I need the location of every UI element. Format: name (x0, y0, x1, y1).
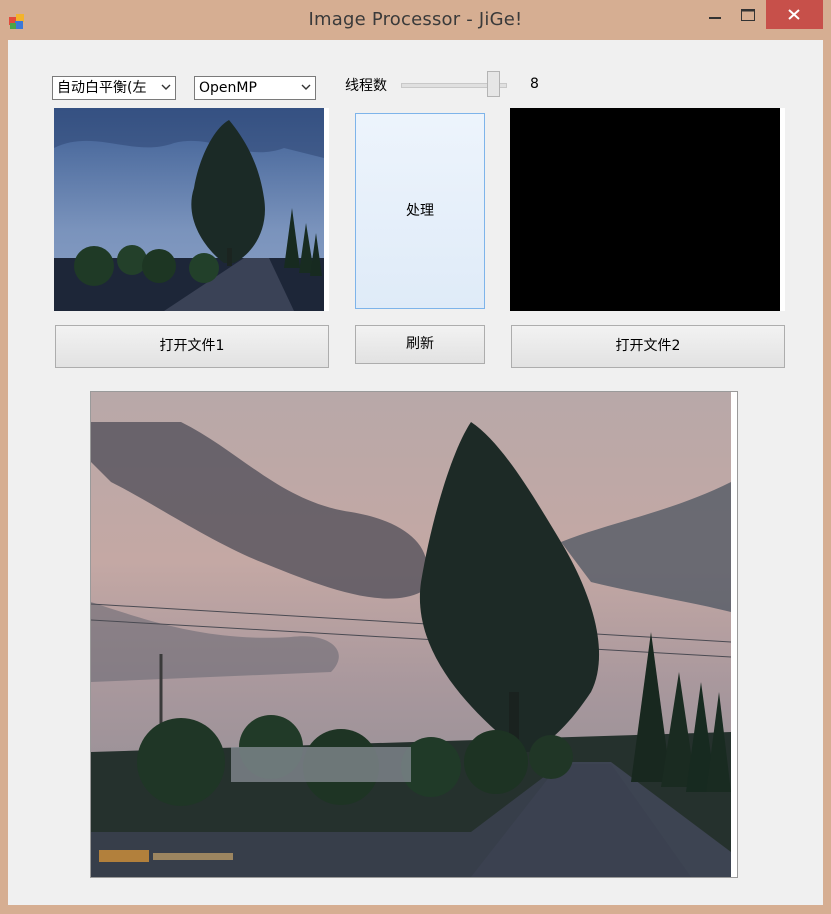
result-image-box (90, 391, 738, 878)
process-button-label: 处理 (406, 203, 434, 219)
backend-select[interactable]: OpenMP (194, 76, 316, 100)
title-bar[interactable]: Image Processor - JiGe! (0, 0, 831, 40)
minimize-button[interactable] (700, 0, 730, 30)
output-image (510, 108, 780, 311)
source-image-box (54, 108, 329, 311)
threads-slider-thumb[interactable] (487, 71, 501, 97)
result-image (91, 392, 737, 877)
algorithm-select-value: 自动白平衡(左 (57, 80, 147, 96)
refresh-button-label: 刷新 (406, 336, 434, 352)
maximize-icon (741, 9, 755, 21)
threads-label: 线程数 (345, 78, 387, 94)
chevron-down-icon (161, 84, 171, 90)
close-icon (788, 9, 800, 20)
minimize-icon (709, 17, 721, 19)
algorithm-select[interactable]: 自动白平衡(左 (52, 76, 176, 100)
open-file-2-label: 打开文件2 (615, 338, 681, 354)
chevron-down-icon (301, 84, 311, 90)
open-file-1-button[interactable]: 打开文件1 (55, 325, 329, 368)
process-button[interactable]: 处理 (355, 113, 485, 309)
threads-value: 8 (530, 76, 539, 92)
backend-select-value: OpenMP (199, 80, 257, 96)
source-image (54, 108, 329, 311)
open-file-2-button[interactable]: 打开文件2 (511, 325, 785, 368)
client-area: 自动白平衡(左 OpenMP 线程数 8 处理 打开文件1 刷新 打开文件2 (8, 40, 823, 905)
maximize-button[interactable] (733, 0, 763, 30)
refresh-button[interactable]: 刷新 (355, 325, 485, 364)
open-file-1-label: 打开文件1 (159, 338, 225, 354)
output-image-box (510, 108, 785, 311)
close-button[interactable] (766, 0, 823, 29)
